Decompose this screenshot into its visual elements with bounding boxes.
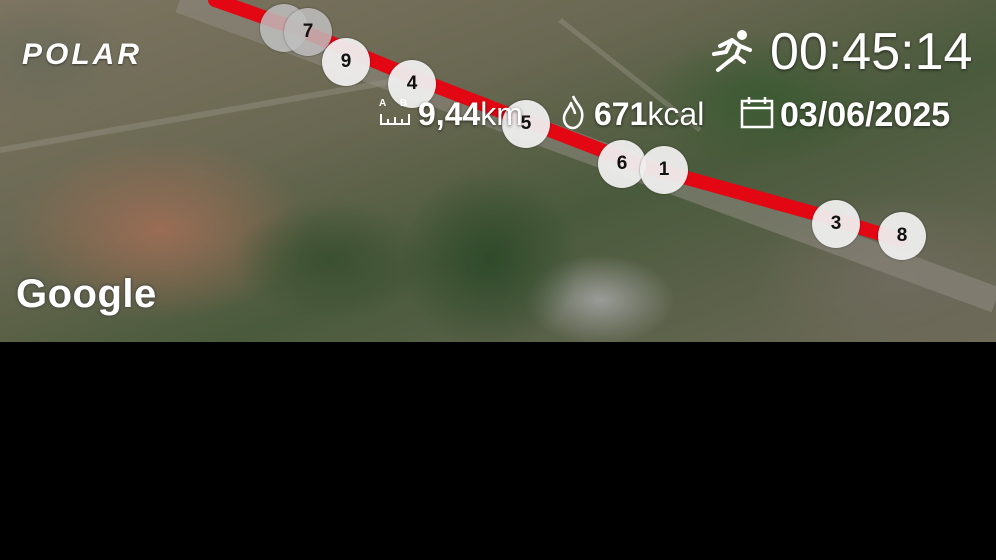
flame-icon — [562, 95, 584, 130]
duration-value: 00:45:14 — [770, 23, 973, 81]
lap-marker[interactable]: 8 — [878, 212, 926, 260]
lap-marker[interactable]: 9 — [322, 38, 370, 86]
calories-value: 671kcal — [594, 96, 705, 132]
road — [0, 77, 401, 153]
ruler-ab-icon: A B — [379, 98, 410, 125]
polar-logo: POLAR — [22, 38, 142, 71]
lap-marker[interactable]: 1 — [640, 146, 688, 194]
svg-text:A: A — [379, 98, 386, 109]
svg-text:B: B — [400, 98, 407, 109]
calendar-icon — [740, 97, 774, 129]
google-attribution[interactable]: Google — [16, 272, 157, 317]
running-person-icon — [712, 30, 752, 72]
workout-date: 03/06/2025 — [780, 96, 951, 134]
lap-marker[interactable]: 6 — [598, 140, 646, 188]
lap-marker[interactable]: 3 — [812, 200, 860, 248]
distance-value: 9,44km — [418, 96, 523, 132]
blank-area — [0, 342, 996, 560]
map-view[interactable]: 7 7 9 4 5 6 1 3 8 POLAR 00:45:14 A B 9,4… — [0, 0, 996, 342]
